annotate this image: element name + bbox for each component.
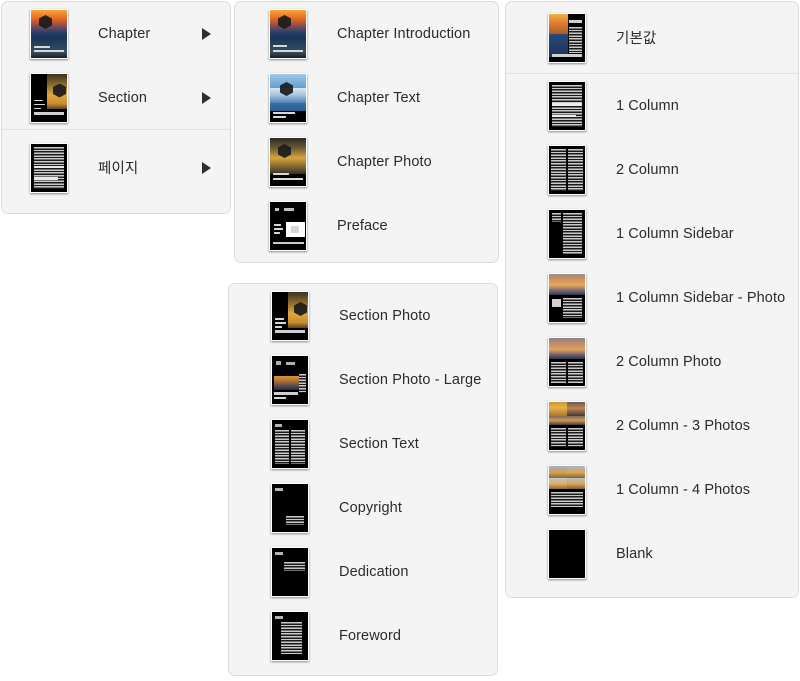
menu-item-section[interactable]: Section bbox=[2, 66, 230, 130]
menu-item-label: 1 Column Sidebar bbox=[616, 226, 734, 242]
preface-thumbnail bbox=[267, 201, 309, 251]
root-category-menu-panel: Chapter Section 페이지 bbox=[1, 1, 231, 214]
menu-item-label: 2 Column bbox=[616, 162, 679, 178]
chapter-photo-thumbnail bbox=[267, 137, 309, 187]
menu-item-foreword[interactable]: Foreword bbox=[229, 604, 497, 668]
two-column-three-photos-thumbnail bbox=[546, 401, 588, 451]
dedication-thumbnail bbox=[269, 547, 311, 597]
chapter-submenu-panel: Chapter Introduction Chapter Text Chapte… bbox=[234, 1, 499, 263]
section-thumbnail bbox=[28, 72, 70, 123]
blank-page-thumbnail bbox=[546, 529, 588, 579]
menu-item-2-column-3-photos[interactable]: 2 Column - 3 Photos bbox=[506, 394, 798, 458]
chevron-right-icon bbox=[192, 91, 220, 104]
menu-item-label: Chapter Photo bbox=[337, 154, 432, 170]
menu-item-label: Preface bbox=[337, 218, 388, 234]
menu-item-label: 기본값 bbox=[616, 31, 657, 47]
menu-item-section-photo[interactable]: Section Photo bbox=[229, 284, 497, 348]
menu-item-label: Copyright bbox=[339, 500, 402, 516]
menu-item-2-column[interactable]: 2 Column bbox=[506, 138, 798, 202]
menu-item-2-column-photo[interactable]: 2 Column Photo bbox=[506, 330, 798, 394]
menu-item-chapter-text[interactable]: Chapter Text bbox=[235, 66, 498, 130]
menu-item-label: 1 Column - 4 Photos bbox=[616, 482, 751, 498]
menu-item-page[interactable]: 페이지 bbox=[2, 130, 230, 205]
one-column-four-photos-thumbnail bbox=[546, 465, 588, 515]
two-column-thumbnail bbox=[546, 145, 588, 195]
menu-item-label: Section bbox=[98, 89, 148, 106]
chapter-introduction-thumbnail bbox=[267, 9, 309, 59]
foreword-thumbnail bbox=[269, 611, 311, 661]
menu-item-preface[interactable]: Preface bbox=[235, 194, 498, 258]
section-photo-large-thumbnail bbox=[269, 355, 311, 405]
menu-item-dedication[interactable]: Dedication bbox=[229, 540, 497, 604]
menu-item-label: Section Photo - Large bbox=[339, 372, 482, 388]
chevron-right-icon bbox=[192, 28, 220, 40]
menu-item-1-column-sidebar-photo[interactable]: 1 Column Sidebar - Photo bbox=[506, 266, 798, 330]
menu-item-label: Chapter bbox=[98, 26, 151, 42]
menu-item-blank[interactable]: Blank bbox=[506, 522, 798, 586]
menu-item-label: 페이지 bbox=[98, 161, 139, 177]
menu-item-1-column-sidebar[interactable]: 1 Column Sidebar bbox=[506, 202, 798, 266]
menu-item-label: Section Text bbox=[339, 436, 419, 452]
chevron-right-icon bbox=[192, 161, 220, 174]
menu-item-chapter[interactable]: Chapter bbox=[2, 2, 230, 66]
menu-item-1-column-4-photos[interactable]: 1 Column - 4 Photos bbox=[506, 458, 798, 522]
section-photo-thumbnail bbox=[269, 291, 311, 341]
one-column-sidebar-photo-thumbnail bbox=[546, 273, 588, 323]
menu-item-default[interactable]: 기본값 bbox=[506, 2, 798, 74]
menu-item-label: 2 Column - 3 Photos bbox=[616, 418, 751, 434]
page-submenu-panel: 기본값 1 Column 2 Column 1 Column Sidebar 1… bbox=[505, 1, 799, 598]
section-text-thumbnail bbox=[269, 419, 311, 469]
menu-item-section-text[interactable]: Section Text bbox=[229, 412, 497, 476]
menu-item-label: Blank bbox=[616, 546, 653, 562]
menu-stage: Chapter Section 페이지 Chapter Introduction… bbox=[0, 0, 800, 681]
page-thumbnail bbox=[28, 142, 70, 193]
menu-item-label: 2 Column Photo bbox=[616, 354, 722, 370]
one-column-thumbnail bbox=[546, 81, 588, 131]
menu-item-copyright[interactable]: Copyright bbox=[229, 476, 497, 540]
chapter-text-thumbnail bbox=[267, 73, 309, 123]
copyright-thumbnail bbox=[269, 483, 311, 533]
one-column-sidebar-thumbnail bbox=[546, 209, 588, 259]
chapter-thumbnail bbox=[28, 9, 70, 59]
menu-item-chapter-introduction[interactable]: Chapter Introduction bbox=[235, 2, 498, 66]
menu-item-chapter-photo[interactable]: Chapter Photo bbox=[235, 130, 498, 194]
menu-item-label: Chapter Text bbox=[337, 90, 421, 106]
menu-item-label: Chapter Introduction bbox=[337, 26, 471, 42]
menu-item-1-column[interactable]: 1 Column bbox=[506, 74, 798, 138]
menu-item-label: 1 Column Sidebar - Photo bbox=[616, 290, 786, 306]
menu-item-section-photo-large[interactable]: Section Photo - Large bbox=[229, 348, 497, 412]
menu-item-label: 1 Column bbox=[616, 98, 679, 114]
two-column-photo-thumbnail bbox=[546, 337, 588, 387]
menu-item-label: Section Photo bbox=[339, 308, 431, 324]
menu-item-label: Foreword bbox=[339, 628, 402, 644]
menu-item-label: Dedication bbox=[339, 564, 409, 580]
default-page-thumbnail bbox=[546, 12, 588, 63]
section-submenu-panel: Section Photo Section Photo - Large Sect… bbox=[228, 283, 498, 676]
